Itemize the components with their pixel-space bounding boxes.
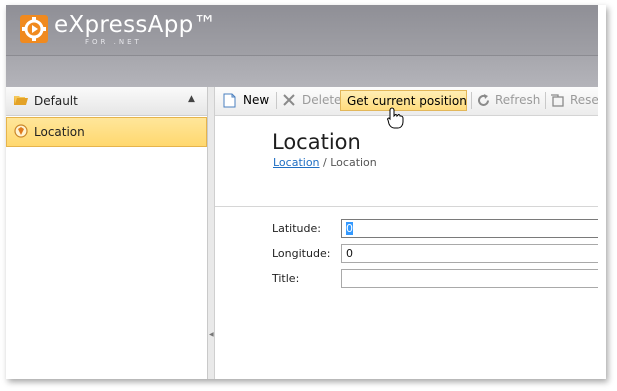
view-divider [215, 206, 606, 207]
title-label: Title: [272, 272, 300, 285]
chevron-up-icon[interactable]: ▲ [188, 94, 195, 104]
app-subtitle: FOR .NET [85, 38, 142, 46]
refresh-button-label: Refresh [495, 93, 541, 107]
sidebar-item-label: Location [34, 125, 85, 139]
latitude-value: 0 [346, 222, 353, 235]
refresh-button[interactable]: Refresh [476, 90, 542, 111]
delete-button[interactable]: Delete [282, 90, 342, 111]
title-field[interactable] [341, 269, 606, 288]
app-title: eXpressApp™ [54, 12, 217, 38]
breadcrumb-link-location[interactable]: Location [273, 156, 320, 169]
breadcrumb: Location / Location [273, 156, 377, 169]
nav-group-default[interactable]: Default ▲ [6, 87, 207, 116]
delete-button-label: Delete [302, 93, 342, 107]
longitude-value: 0 [346, 247, 353, 260]
latitude-field[interactable]: 0 [341, 219, 606, 238]
detail-view: New Delete Get current position Refresh [215, 87, 606, 379]
toolbar: New Delete Get current position Refresh [215, 87, 606, 116]
folder-open-icon [14, 96, 28, 105]
longitude-field[interactable]: 0 [341, 244, 606, 263]
app-logo-icon [20, 15, 48, 43]
toolbar-separator [276, 92, 277, 109]
app-window: eXpressApp™ FOR .NET Default ▲ Location … [6, 5, 606, 379]
location-icon [14, 124, 28, 138]
breadcrumb-current: Location [330, 156, 377, 169]
toolbar-separator [545, 92, 546, 109]
new-button-label: New [243, 93, 270, 107]
nav-group-label: Default [34, 94, 78, 108]
new-document-icon [223, 93, 236, 108]
new-button[interactable]: New [223, 90, 273, 111]
breadcrumb-separator: / [319, 156, 331, 169]
hand-cursor-icon [387, 107, 404, 129]
collapse-arrow-icon[interactable]: ◀ [209, 331, 214, 338]
view-title: Location [272, 130, 361, 154]
panel-splitter[interactable]: ◀ [208, 87, 215, 379]
app-header: eXpressApp™ FOR .NET [6, 5, 606, 55]
torn-edge [598, 5, 606, 379]
refresh-icon [478, 94, 489, 106]
reset-button-label: Rese [570, 93, 599, 107]
get-current-position-label: Get current position [347, 94, 467, 108]
navigation-panel: Default ▲ Location [6, 87, 208, 379]
header-bar [6, 55, 606, 88]
longitude-label: Longitude: [272, 247, 331, 260]
latitude-label: Latitude: [272, 222, 321, 235]
reset-icon [551, 94, 564, 107]
delete-icon [283, 94, 295, 106]
sidebar-item-location[interactable]: Location [6, 117, 207, 147]
toolbar-separator [471, 92, 472, 109]
